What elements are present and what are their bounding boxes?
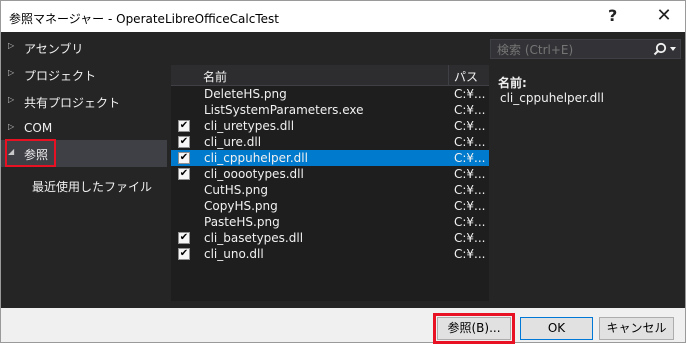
file-path: C:¥... [454, 231, 486, 245]
list-row[interactable]: CopyHS.png C:¥... [171, 198, 489, 214]
nav-item-label: 共有プロジェクト [24, 96, 121, 110]
list-row[interactable]: ✔ cli_basetypes.dll C:¥... [171, 230, 489, 246]
include-checkbox[interactable]: ✔ [178, 120, 190, 132]
file-path: C:¥... [454, 247, 486, 261]
dialog-body: ▷ アセンブリ ▷ プロジェクト ▷ 共有プロジェクト ▷ COM ◢ 参照 最… [1, 32, 685, 308]
ok-button[interactable]: OK [520, 317, 593, 340]
list-row[interactable]: ✔ cli_ure.dll C:¥... [171, 134, 489, 150]
cancel-button[interactable]: キャンセル [599, 317, 674, 340]
search-box[interactable] [490, 39, 681, 60]
nav-item-label: COM [24, 121, 53, 135]
nav-item-assemblies[interactable]: ▷ アセンブリ [1, 34, 167, 61]
file-path: C:¥... [454, 215, 486, 229]
search-input[interactable] [491, 40, 659, 60]
file-name: PasteHS.png [204, 215, 280, 229]
title-bar: 参照マネージャー - OperateLibreOfficeCalcTest ? … [1, 1, 685, 32]
nav-item-projects[interactable]: ▷ プロジェクト [1, 61, 167, 88]
file-path: C:¥... [454, 199, 486, 213]
search-icon[interactable] [653, 41, 679, 57]
file-name: ListSystemParameters.exe [204, 103, 364, 117]
detail-pane: 名前: cli_cppuhelper.dll [498, 74, 604, 105]
list-header: 名前 パス [171, 65, 489, 86]
include-checkbox[interactable]: ✔ [178, 248, 190, 260]
detail-name-value: cli_cppuhelper.dll [500, 91, 604, 105]
include-checkbox[interactable]: ✔ [178, 152, 190, 164]
file-path: C:¥... [454, 87, 486, 101]
file-path: C:¥... [454, 183, 486, 197]
file-name: cli_basetypes.dll [204, 231, 304, 245]
category-nav: ▷ アセンブリ ▷ プロジェクト ▷ 共有プロジェクト ▷ COM ◢ 参照 最… [1, 32, 167, 308]
list-row[interactable]: CutHS.png C:¥... [171, 182, 489, 198]
nav-item-label: アセンブリ [24, 42, 84, 56]
list-row[interactable]: DeleteHS.png C:¥... [171, 86, 489, 102]
reference-list: 名前 パス DeleteHS.png C:¥... ListSystemPara… [171, 65, 489, 301]
include-checkbox[interactable]: ✔ [178, 136, 190, 148]
list-row[interactable]: ✔ cli_uno.dll C:¥... [171, 246, 489, 262]
file-name: cli_cppuhelper.dll [204, 151, 308, 165]
file-name: cli_uretypes.dll [204, 119, 295, 133]
window-title: 参照マネージャー - OperateLibreOfficeCalcTest [9, 12, 279, 26]
nav-item-com[interactable]: ▷ COM [1, 115, 167, 142]
button-bar: 参照(B)... OK キャンセル [1, 308, 685, 344]
column-header-path[interactable]: パス [454, 68, 478, 85]
list-row-selected[interactable]: ✔ cli_cppuhelper.dll C:¥... [171, 150, 489, 166]
expand-arrow-icon[interactable]: ▷ [8, 68, 14, 77]
include-checkbox[interactable]: ✔ [178, 232, 190, 244]
file-path: C:¥... [454, 135, 486, 149]
list-row[interactable]: ✔ cli_uretypes.dll C:¥... [171, 118, 489, 134]
help-button[interactable]: ? [608, 6, 617, 25]
detail-name-label: 名前: [498, 76, 527, 90]
file-name: cli_ooootypes.dll [204, 167, 304, 181]
file-name: cli_uno.dll [204, 247, 264, 261]
expand-arrow-icon[interactable]: ▷ [8, 95, 14, 104]
reference-manager-window: 参照マネージャー - OperateLibreOfficeCalcTest ? … [0, 0, 686, 344]
file-name: cli_ure.dll [204, 135, 262, 149]
list-row[interactable]: ListSystemParameters.exe C:¥... [171, 102, 489, 118]
include-checkbox[interactable]: ✔ [178, 168, 190, 180]
nav-item-recent-files[interactable]: 最近使用したファイル [1, 172, 167, 199]
file-path: C:¥... [454, 103, 486, 117]
nav-item-shared-projects[interactable]: ▷ 共有プロジェクト [1, 88, 167, 115]
nav-item-label: プロジェクト [24, 69, 97, 83]
file-name: CopyHS.png [204, 199, 278, 213]
column-header-name[interactable]: 名前 [203, 68, 227, 85]
file-path: C:¥... [454, 167, 486, 181]
highlight-box [433, 313, 515, 344]
file-name: DeleteHS.png [204, 87, 287, 101]
highlight-box [5, 139, 56, 167]
column-separator[interactable] [448, 65, 449, 85]
file-name: CutHS.png [204, 183, 268, 197]
expand-arrow-icon[interactable]: ▷ [8, 41, 14, 50]
list-row[interactable]: PasteHS.png C:¥... [171, 214, 489, 230]
close-button[interactable]: ✕ [649, 4, 679, 28]
file-path: C:¥... [454, 151, 486, 165]
nav-item-label: 最近使用したファイル [32, 180, 153, 194]
list-row[interactable]: ✔ cli_ooootypes.dll C:¥... [171, 166, 489, 182]
file-path: C:¥... [454, 119, 486, 133]
expand-arrow-icon[interactable]: ▷ [8, 122, 14, 131]
